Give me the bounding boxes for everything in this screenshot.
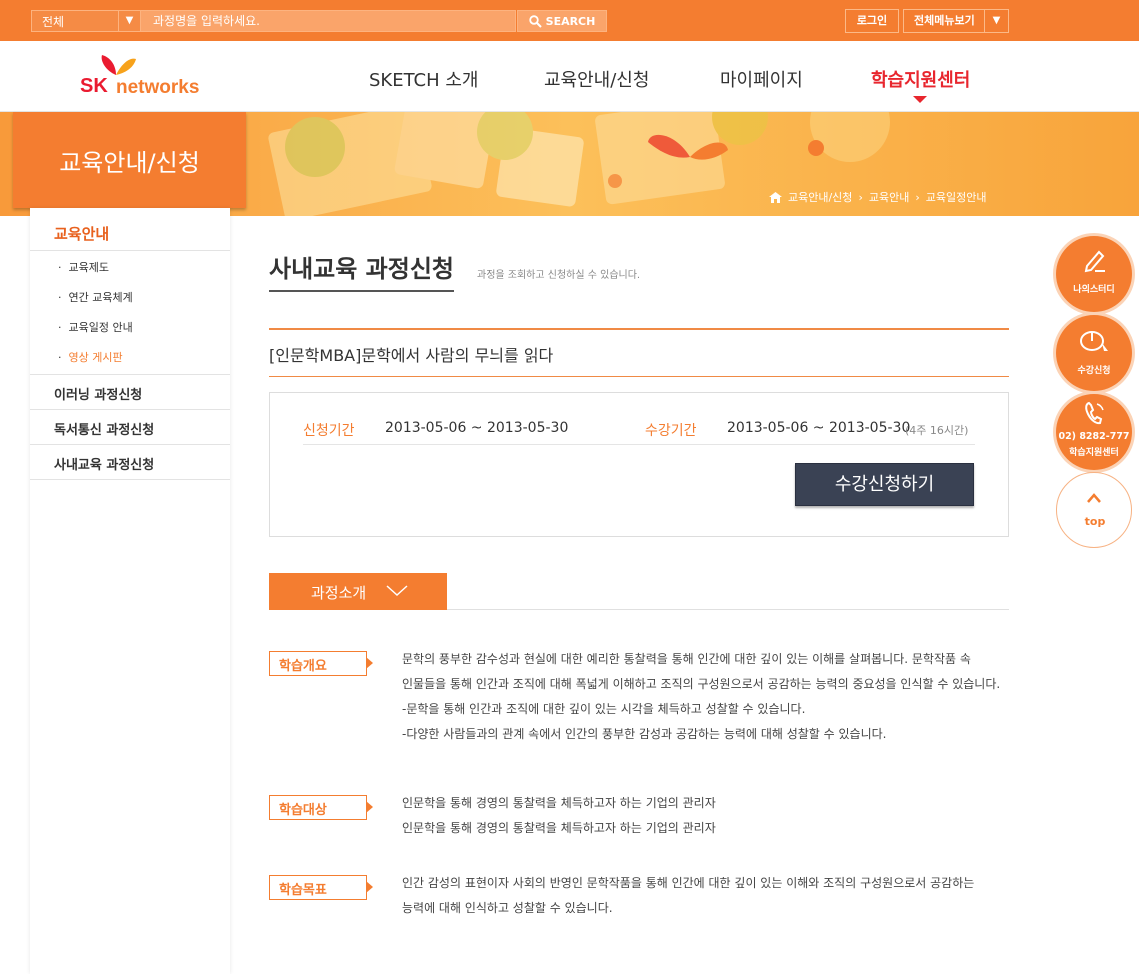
section-tag-label: 학습개요 bbox=[279, 659, 327, 674]
login-button[interactable]: 로그인 bbox=[845, 9, 899, 33]
chevron-right-icon: › bbox=[915, 190, 920, 204]
sidebar-item-elearning[interactable]: 이러닝 과정신청 bbox=[30, 374, 230, 409]
sidebar-item-reading[interactable]: 독서통신 과정신청 bbox=[30, 409, 230, 444]
logo[interactable]: SK networks bbox=[80, 53, 205, 99]
sidebar: 교육안내 · 교육제도 · 연간 교육체계 · 교육일정 안내 · 영상 게시판… bbox=[30, 208, 230, 974]
apply-button[interactable]: 수강신청하기 bbox=[795, 463, 974, 506]
all-menu-label: 전체메뉴보기 bbox=[914, 14, 975, 27]
sidebar-subitem[interactable]: · 교육제도 bbox=[58, 259, 109, 275]
breadcrumb-item[interactable]: 교육안내 bbox=[869, 189, 909, 205]
sidebar-subitem-active[interactable]: · 영상 게시판 bbox=[58, 349, 123, 365]
quick-label: 수강신청 bbox=[1077, 366, 1111, 376]
sidebar-heading[interactable]: 교육안내 bbox=[30, 220, 230, 251]
support-phone: 02) 8282-777 bbox=[1058, 431, 1130, 442]
quick-label: 학습지원센터 bbox=[1069, 448, 1119, 458]
gnb-learning-center[interactable]: 학습지원센터 bbox=[871, 66, 970, 92]
tab-label: 과정소개 bbox=[311, 584, 367, 602]
quick-label: 나의스터디 bbox=[1073, 285, 1115, 295]
sidebar-subitem-label: 교육제도 bbox=[68, 261, 109, 274]
section-tag-label: 학습목표 bbox=[279, 883, 327, 898]
section-tag-goal: 학습목표 bbox=[269, 875, 373, 900]
top-bar: 전체 ▼ SEARCH 로그인 전체메뉴보기 ▼ bbox=[0, 0, 1139, 41]
gnb-mypage[interactable]: 마이페이지 bbox=[720, 66, 803, 92]
section-text-line: 인문학을 통해 경영의 통찰력을 체득하고자 하는 기업의 관리자 bbox=[402, 796, 716, 810]
quick-enroll-button[interactable]: 수강신청 bbox=[1056, 315, 1132, 391]
section-text-line: 인물들을 통해 인간과 조직에 대해 폭넓게 이해하고 조직의 구성원으로서 공… bbox=[402, 677, 1001, 691]
section-tag-label: 학습대상 bbox=[279, 803, 327, 818]
breadcrumb-item[interactable]: 교육일정안내 bbox=[926, 189, 987, 205]
gnb-education[interactable]: 교육안내/신청 bbox=[544, 66, 649, 92]
phone-icon bbox=[1085, 401, 1104, 425]
apply-period-value: 2013-05-06 ~ 2013-05-30 bbox=[385, 420, 569, 436]
arrow-right-icon bbox=[366, 657, 373, 669]
chevron-right-icon: › bbox=[858, 190, 863, 204]
sidebar-subitem-label: 연간 교육체계 bbox=[68, 291, 133, 304]
logo-networks-text: networks bbox=[116, 77, 200, 98]
section-text-line: 능력에 대해 인식하고 성찰할 수 있습니다. bbox=[402, 901, 613, 915]
scroll-top-label: top bbox=[1084, 515, 1106, 528]
page-title: 사내교육 과정신청 bbox=[269, 249, 454, 292]
section-tag-overview: 학습개요 bbox=[269, 651, 373, 676]
breadcrumb-item[interactable]: 교육안내/신청 bbox=[788, 189, 852, 205]
chevron-down-icon: ▼ bbox=[118, 11, 140, 31]
search-button-label: SEARCH bbox=[545, 14, 596, 28]
sidebar-heading-label: 교육안내 bbox=[54, 225, 110, 243]
divider bbox=[269, 328, 1009, 330]
sidebar-item-label: 독서통신 과정신청 bbox=[54, 423, 155, 438]
chevron-down-icon: ▼ bbox=[984, 10, 1008, 32]
home-icon[interactable] bbox=[769, 191, 782, 203]
section-text-line: 인간 감성의 표현이자 사회의 반영인 문학작품을 통해 인간에 대한 깊이 있… bbox=[402, 876, 975, 890]
quick-my-study-button[interactable]: 나의스터디 bbox=[1056, 236, 1132, 312]
study-period-note: (4주 16시간) bbox=[905, 424, 969, 437]
sidebar-item-label: 이러닝 과정신청 bbox=[54, 388, 143, 403]
sidebar-item-inhouse[interactable]: 사내교육 과정신청 bbox=[30, 444, 230, 480]
active-indicator-icon bbox=[913, 96, 927, 103]
search-category-select[interactable]: 전체 ▼ bbox=[31, 10, 141, 32]
sidebar-item-label: 사내교육 과정신청 bbox=[54, 458, 155, 473]
divider bbox=[269, 376, 1009, 377]
arrow-right-icon bbox=[366, 881, 373, 893]
page-description: 과정을 조회하고 신청하실 수 있습니다. bbox=[477, 270, 641, 281]
search-icon bbox=[528, 14, 542, 28]
logo-sk-text: SK bbox=[80, 75, 108, 97]
apply-period-label: 신청기간 bbox=[303, 423, 355, 439]
search-button[interactable]: SEARCH bbox=[517, 10, 607, 32]
study-period-value: 2013-05-06 ~ 2013-05-30 bbox=[727, 420, 911, 436]
search-input[interactable] bbox=[141, 10, 516, 32]
sidebar-subitem[interactable]: · 교육일정 안내 bbox=[58, 319, 133, 335]
all-menu-button[interactable]: 전체메뉴보기 ▼ bbox=[903, 9, 1009, 33]
breadcrumb: 교육안내/신청 › 교육안내 › 교육일정안내 bbox=[769, 189, 986, 205]
pencil-icon bbox=[1084, 250, 1105, 273]
banner-title: 교육안내/신청 bbox=[59, 149, 200, 177]
section-text-line: 문학의 풍부한 감수성과 현실에 대한 예리한 통찰력을 통해 인간에 대한 깊… bbox=[402, 652, 971, 666]
course-title: [인문학MBA]문학에서 사람의 무늬를 읽다 bbox=[269, 346, 554, 365]
search-category-value: 전체 bbox=[42, 15, 65, 29]
section-text-line: -다양한 사람들과의 관계 속에서 인간의 풍부한 감성과 공감하는 능력에 대… bbox=[402, 727, 887, 741]
sidebar-subitem-label: 교육일정 안내 bbox=[68, 321, 133, 334]
gnb-sketch[interactable]: SKETCH 소개 bbox=[369, 66, 479, 92]
divider bbox=[303, 444, 975, 445]
chevron-up-icon bbox=[1087, 493, 1101, 503]
sidebar-subitem-label: 영상 게시판 bbox=[68, 351, 123, 364]
mouse-icon bbox=[1080, 331, 1108, 351]
section-text-line: 인문학을 통해 경영의 통찰력을 체득하고자 하는 기업의 관리자 bbox=[402, 821, 716, 835]
banner-title-box: 교육안내/신청 bbox=[13, 112, 246, 208]
scroll-top-button[interactable]: top bbox=[1056, 472, 1132, 548]
section-tag-target: 학습대상 bbox=[269, 795, 373, 820]
section-text-line: -문학을 통해 인간과 조직에 대한 깊이 있는 시각을 체득하고 성찰할 수 … bbox=[402, 702, 806, 716]
tab-course-intro[interactable]: 과정소개 bbox=[269, 573, 447, 610]
chevron-down-icon bbox=[386, 585, 408, 597]
quick-support-button[interactable]: 02) 8282-777 학습지원센터 bbox=[1056, 394, 1132, 470]
arrow-right-icon bbox=[366, 801, 373, 813]
header: SK networks SKETCH 소개 교육안내/신청 마이페이지 학습지원… bbox=[0, 41, 1139, 112]
study-period-label: 수강기간 bbox=[645, 423, 697, 439]
sidebar-subitem[interactable]: · 연간 교육체계 bbox=[58, 289, 133, 305]
